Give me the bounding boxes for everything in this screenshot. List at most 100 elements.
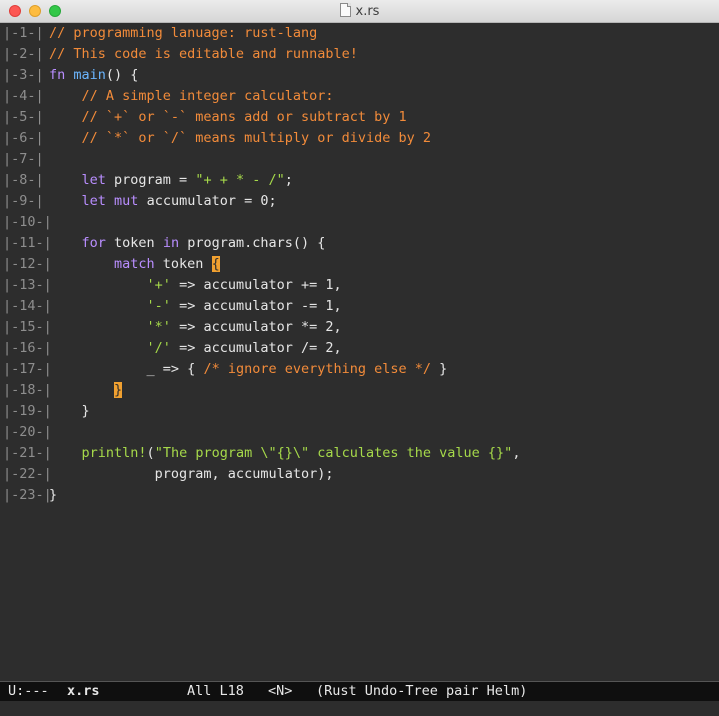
line-number: |-3-| — [3, 67, 44, 83]
buffer-name[interactable]: x.rs — [67, 682, 100, 701]
string-token: println! — [81, 445, 147, 461]
line-number: |-14-| — [3, 298, 52, 314]
string-token: '+' — [146, 277, 171, 293]
comment-token: // A simple integer calculator: — [81, 88, 334, 104]
line-code: '*' => accumulator *= 2, — [49, 317, 342, 338]
line-code: '+' => accumulator += 1, — [49, 275, 342, 296]
code-token: program.chars() { — [179, 235, 326, 251]
keyword-token: match — [114, 256, 155, 272]
code-editor[interactable]: |-1-| // programming lanuage: rust-lang |-… — [0, 23, 719, 681]
line-number: |-6-| — [3, 130, 44, 146]
line-number: |-17-| — [3, 361, 52, 377]
line-code: } — [49, 485, 57, 506]
keyword-token: in — [162, 235, 180, 251]
line-code: program, accumulator); — [49, 464, 334, 485]
code-token: () { — [105, 67, 139, 83]
line-number: |-13-| — [3, 277, 52, 293]
comment-token: // This code is editable and runnable! — [49, 46, 358, 62]
string-token: '-' — [146, 298, 171, 314]
code-token: } — [49, 487, 58, 503]
minibuffer[interactable] — [0, 701, 719, 716]
line-number: |-10-| — [3, 214, 52, 230]
comment-token: // `+` or `-` means add or subtract by 1 — [81, 109, 407, 125]
line-code: match token { — [49, 254, 220, 275]
line-number: |-8-| — [3, 172, 44, 188]
line-number: |-1-| — [3, 25, 44, 41]
string-token: '/' — [146, 340, 171, 356]
line-code: _ => { /* ignore everything else */ } — [49, 359, 448, 380]
line-number: |-20-| — [3, 424, 52, 440]
line-number: |-9-| — [3, 193, 44, 209]
string-token: '*' — [146, 319, 171, 335]
line-number: |-2-| — [3, 46, 44, 62]
keyword-token: let — [81, 172, 106, 188]
code-token: => accumulator -= 1, — [170, 298, 342, 314]
line-number: |-21-| — [3, 445, 52, 461]
window-title-text: x.rs — [355, 4, 380, 19]
buffer-state: U:--- — [8, 683, 49, 699]
keyword-token: fn — [49, 67, 66, 83]
line-number: |-4-| — [3, 88, 44, 104]
line-number: |-16-| — [3, 340, 52, 356]
line-code: // programming lanuage: rust-lang — [49, 23, 317, 44]
code-token: } — [49, 403, 90, 419]
text-cursor: } — [114, 382, 123, 398]
line-number: |-18-| — [3, 382, 52, 398]
line-code: } — [49, 401, 90, 422]
line-number: |-15-| — [3, 319, 52, 335]
buffer-position: All L18 — [187, 683, 244, 699]
line-number: |-11-| — [3, 235, 52, 251]
window-title: x.rs — [0, 3, 719, 20]
code-token: _ => { — [49, 361, 204, 377]
code-token: ( — [146, 445, 155, 461]
line-code: let program = "+ + * - /"; — [49, 170, 293, 191]
code-token: accumulator = 0; — [138, 193, 277, 209]
line-number: |-22-| — [3, 466, 52, 482]
comment-token: /* ignore everything else */ — [203, 361, 432, 377]
code-token: token — [154, 256, 212, 272]
line-code: '/' => accumulator /= 2, — [49, 338, 342, 359]
code-token: token — [105, 235, 163, 251]
code-token: program = — [105, 172, 196, 188]
code-token: => accumulator *= 2, — [170, 319, 342, 335]
line-code: println!("The program \"{}\" calculates … — [49, 443, 521, 464]
editor-window: x.rs |-1-| // programming lanuage: rust-l… — [0, 0, 719, 716]
line-number: |-7-| — [3, 151, 44, 167]
file-icon — [339, 3, 351, 17]
function-name-token: main — [73, 67, 106, 83]
mode-line: U:--- x.rs All L18 <N> (Rust Undo-Tree p… — [0, 681, 719, 701]
line-code: for token in program.chars() { — [49, 233, 326, 254]
keyword-token: mut — [114, 193, 139, 209]
string-token: "+ + * - /" — [195, 172, 285, 188]
string-token: "The program \"{}\" calculates the value… — [154, 445, 513, 461]
code-token: => accumulator += 1, — [170, 277, 342, 293]
line-code: let mut accumulator = 0; — [49, 191, 277, 212]
comment-token: // programming lanuage: rust-lang — [49, 25, 318, 41]
line-code: fn main() { — [49, 65, 138, 86]
line-code: // A simple integer calculator: — [49, 86, 334, 107]
major-minor-modes[interactable]: (Rust Undo-Tree pair Helm) — [316, 682, 527, 701]
line-code: } — [49, 380, 123, 401]
code-token: } — [431, 361, 448, 377]
code-token: , — [512, 445, 521, 461]
line-code: '-' => accumulator -= 1, — [49, 296, 342, 317]
line-code: // `+` or `-` means add or subtract by 1 — [49, 107, 407, 128]
line-number: |-12-| — [3, 256, 52, 272]
keyword-token: let — [81, 193, 106, 209]
line-code: // This code is editable and runnable! — [49, 44, 358, 65]
matching-brace: { — [211, 256, 220, 272]
line-number: |-19-| — [3, 403, 52, 419]
line-code: // `*` or `/` means multiply or divide b… — [49, 128, 432, 149]
comment-token: // `*` or `/` means multiply or divide b… — [81, 130, 432, 146]
keyword-token: for — [81, 235, 106, 251]
